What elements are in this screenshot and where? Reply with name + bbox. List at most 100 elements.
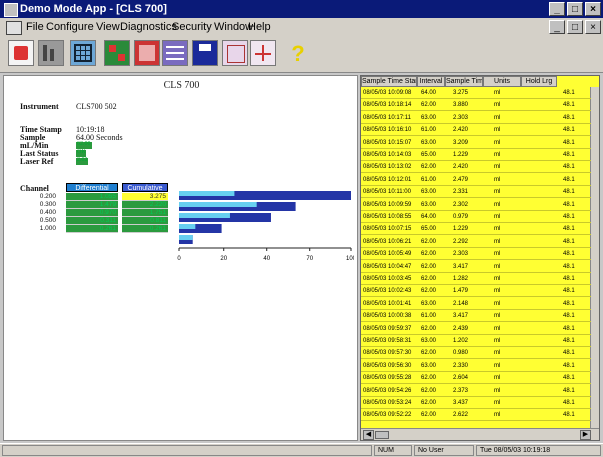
column-header[interactable]: Units [483,76,521,87]
table-row[interactable]: 08/05/03 10:05:49 62.00 2.303 ml 48.1 [361,249,591,261]
table-row[interactable]: 08/05/03 10:16:10 61.00 2.420 ml 48.1 [361,125,591,137]
vertical-scrollbar[interactable] [590,87,599,430]
table-cell: 2.302 [453,201,469,208]
table-row[interactable]: 08/05/03 09:58:31 63.00 1.202 ml 48.1 [361,336,591,347]
table-row[interactable]: 08/05/03 09:57:30 62.00 0.980 ml 48.1 [361,348,591,360]
differential-cell: 1.479 [66,201,118,209]
document-icon[interactable] [6,21,22,35]
x-tick-label: 0 [177,256,181,262]
scroll-thumb[interactable] [375,431,389,439]
table-row[interactable]: 08/05/03 09:53:24 62.00 3.437 ml 48.1 [361,398,591,409]
close-button[interactable]: × [585,2,601,16]
table-row[interactable]: 08/05/03 10:02:43 62.00 1.479 ml 48.1 [361,286,591,298]
minimize-button[interactable]: _ [549,2,565,16]
table-cell: 63.00 [421,189,437,196]
table-row[interactable]: 08/05/03 10:15:07 63.00 3.209 ml 48.1 [361,138,591,149]
instrument-panel: CLS 700 Instrument CLS700 502 Time Stamp… [3,75,358,441]
table-row[interactable]: 08/05/03 10:01:41 63.00 2.148 ml 48.1 [361,299,591,310]
table-row[interactable]: 08/05/03 09:54:26 62.00 2.373 ml 48.1 [361,386,591,397]
table-cell: ml [494,189,501,196]
table-icon[interactable] [162,40,188,66]
table-cell: 08/05/03 10:04:47 [363,263,412,270]
table-cell: 62.00 [421,251,437,258]
table-row[interactable]: 08/05/03 09:55:28 62.00 2.604 ml 48.1 [361,373,591,385]
menu-view[interactable]: View [96,21,120,33]
save-icon[interactable] [192,40,218,66]
differential-cell: 0.261 [66,225,118,233]
table-cell: 1.229 [453,226,469,233]
table-row[interactable]: 08/05/03 10:09:08 64.00 3.275 ml 48.1 [361,88,591,99]
table-row[interactable]: 08/05/03 09:59:37 62.00 2.439 ml 48.1 [361,324,591,335]
x-tick-label: 100 [346,256,354,262]
table-cell: 08/05/03 10:00:38 [363,313,412,320]
panel-title: CLS 700 [163,80,200,91]
instrument-value: CLS700 502 [76,102,117,111]
table-row[interactable]: 08/05/03 10:07:15 65.00 1.229 ml 48.1 [361,224,591,236]
table-cell: ml [494,263,501,270]
child-maximize-button[interactable]: □ [567,20,583,34]
table-cell: 48.1 [563,288,575,295]
menu-diagnostics[interactable]: Diagnostics [120,21,177,33]
table-cell: ml [494,214,501,220]
table-row[interactable]: 08/05/03 10:03:45 62.00 1.282 ml 48.1 [361,274,591,285]
open-icon[interactable] [8,40,34,66]
table-cell: 48.1 [563,226,575,233]
table-cell: ml [494,288,501,295]
table-row[interactable]: 08/05/03 10:00:38 61.00 3.417 ml 48.1 [361,311,591,323]
table-cell: ml [494,400,501,406]
table-row[interactable]: 08/05/03 10:04:47 62.00 3.417 ml 48.1 [361,262,591,273]
column-header[interactable]: Interval [417,76,445,87]
bars-icon[interactable] [38,40,64,66]
table-cell: 08/05/03 09:52:22 [363,412,412,419]
table-cell: 08/05/03 10:11:00 [363,189,411,196]
table-row[interactable]: 08/05/03 10:06:21 62.00 2.292 ml 48.1 [361,237,591,248]
graph-icon[interactable] [250,40,276,66]
table-cell: 1.202 [453,338,469,344]
column-header[interactable]: Sample Time Stamp [361,76,417,87]
column-header[interactable]: Sample Time [445,76,483,87]
table-row[interactable]: 08/05/03 09:56:30 63.00 2.330 ml 48.1 [361,361,591,372]
table-row[interactable]: 08/05/03 10:12:01 61.00 2.479 ml 48.1 [361,175,591,186]
network-icon[interactable] [104,40,130,66]
cumulative-cell: 2.220 [122,201,168,209]
table-cell: 63.00 [421,300,437,307]
table-row[interactable]: 08/05/03 10:13:02 62.00 2.420 ml 48.1 [361,162,591,174]
table-cell: 3.417 [453,263,469,270]
menu-configure[interactable]: Configure [46,21,94,33]
scroll-right-arrow[interactable]: ▶ [580,430,591,440]
table-cell: 08/05/03 10:09:08 [363,90,412,96]
table-cell: 08/05/03 09:55:28 [363,375,412,382]
table-row[interactable]: 08/05/03 10:11:00 63.00 2.331 ml 48.1 [361,187,591,199]
child-close-button[interactable]: × [585,20,601,34]
menu-help[interactable]: Help [248,21,271,33]
table-row[interactable]: 08/05/03 10:14:03 65.00 1.229 ml 48.1 [361,150,591,161]
help-icon[interactable]: ? [284,40,310,66]
table-cell: 64.00 [421,214,437,220]
table-row[interactable]: 08/05/03 10:09:59 63.00 2.302 ml 48.1 [361,200,591,211]
table-cell: ml [494,387,501,394]
table-cell: 63.00 [421,201,437,208]
bar-chart: 0 20 40 70 100 [177,191,354,262]
table-cell: ml [494,325,501,332]
menu-file[interactable]: File [26,21,44,33]
horizontal-scrollbar[interactable]: ◀ ▶ [361,428,599,440]
table-cell: ml [494,300,501,307]
child-minimize-button[interactable]: _ [549,20,565,34]
table-row[interactable]: 08/05/03 10:08:55 64.00 0.979 ml 48.1 [361,212,591,223]
column-header[interactable]: Hold Lrg [521,76,557,87]
table-cell: 48.1 [563,90,575,96]
differential-cell: 0.970 [66,209,118,217]
report-icon[interactable] [222,40,248,66]
table-cell: 62.00 [421,288,437,295]
table-row[interactable]: 08/05/03 09:52:22 62.00 2.622 ml 48.1 [361,410,591,422]
app-icon[interactable] [4,3,18,17]
grid-icon[interactable] [70,40,96,66]
menu-security[interactable]: Security [172,21,212,33]
maximize-button[interactable]: □ [567,2,583,16]
table-row[interactable]: 08/05/03 10:17:11 63.00 2.303 ml 48.1 [361,113,591,124]
table-row[interactable]: 08/05/03 10:18:14 62.00 3.880 ml 48.1 [361,100,591,112]
chart-icon[interactable] [134,40,160,66]
channel-cell: 0.500 [39,217,56,224]
window-title: Demo Mode App - [CLS 700] [20,3,167,15]
scroll-left-arrow[interactable]: ◀ [363,430,374,440]
